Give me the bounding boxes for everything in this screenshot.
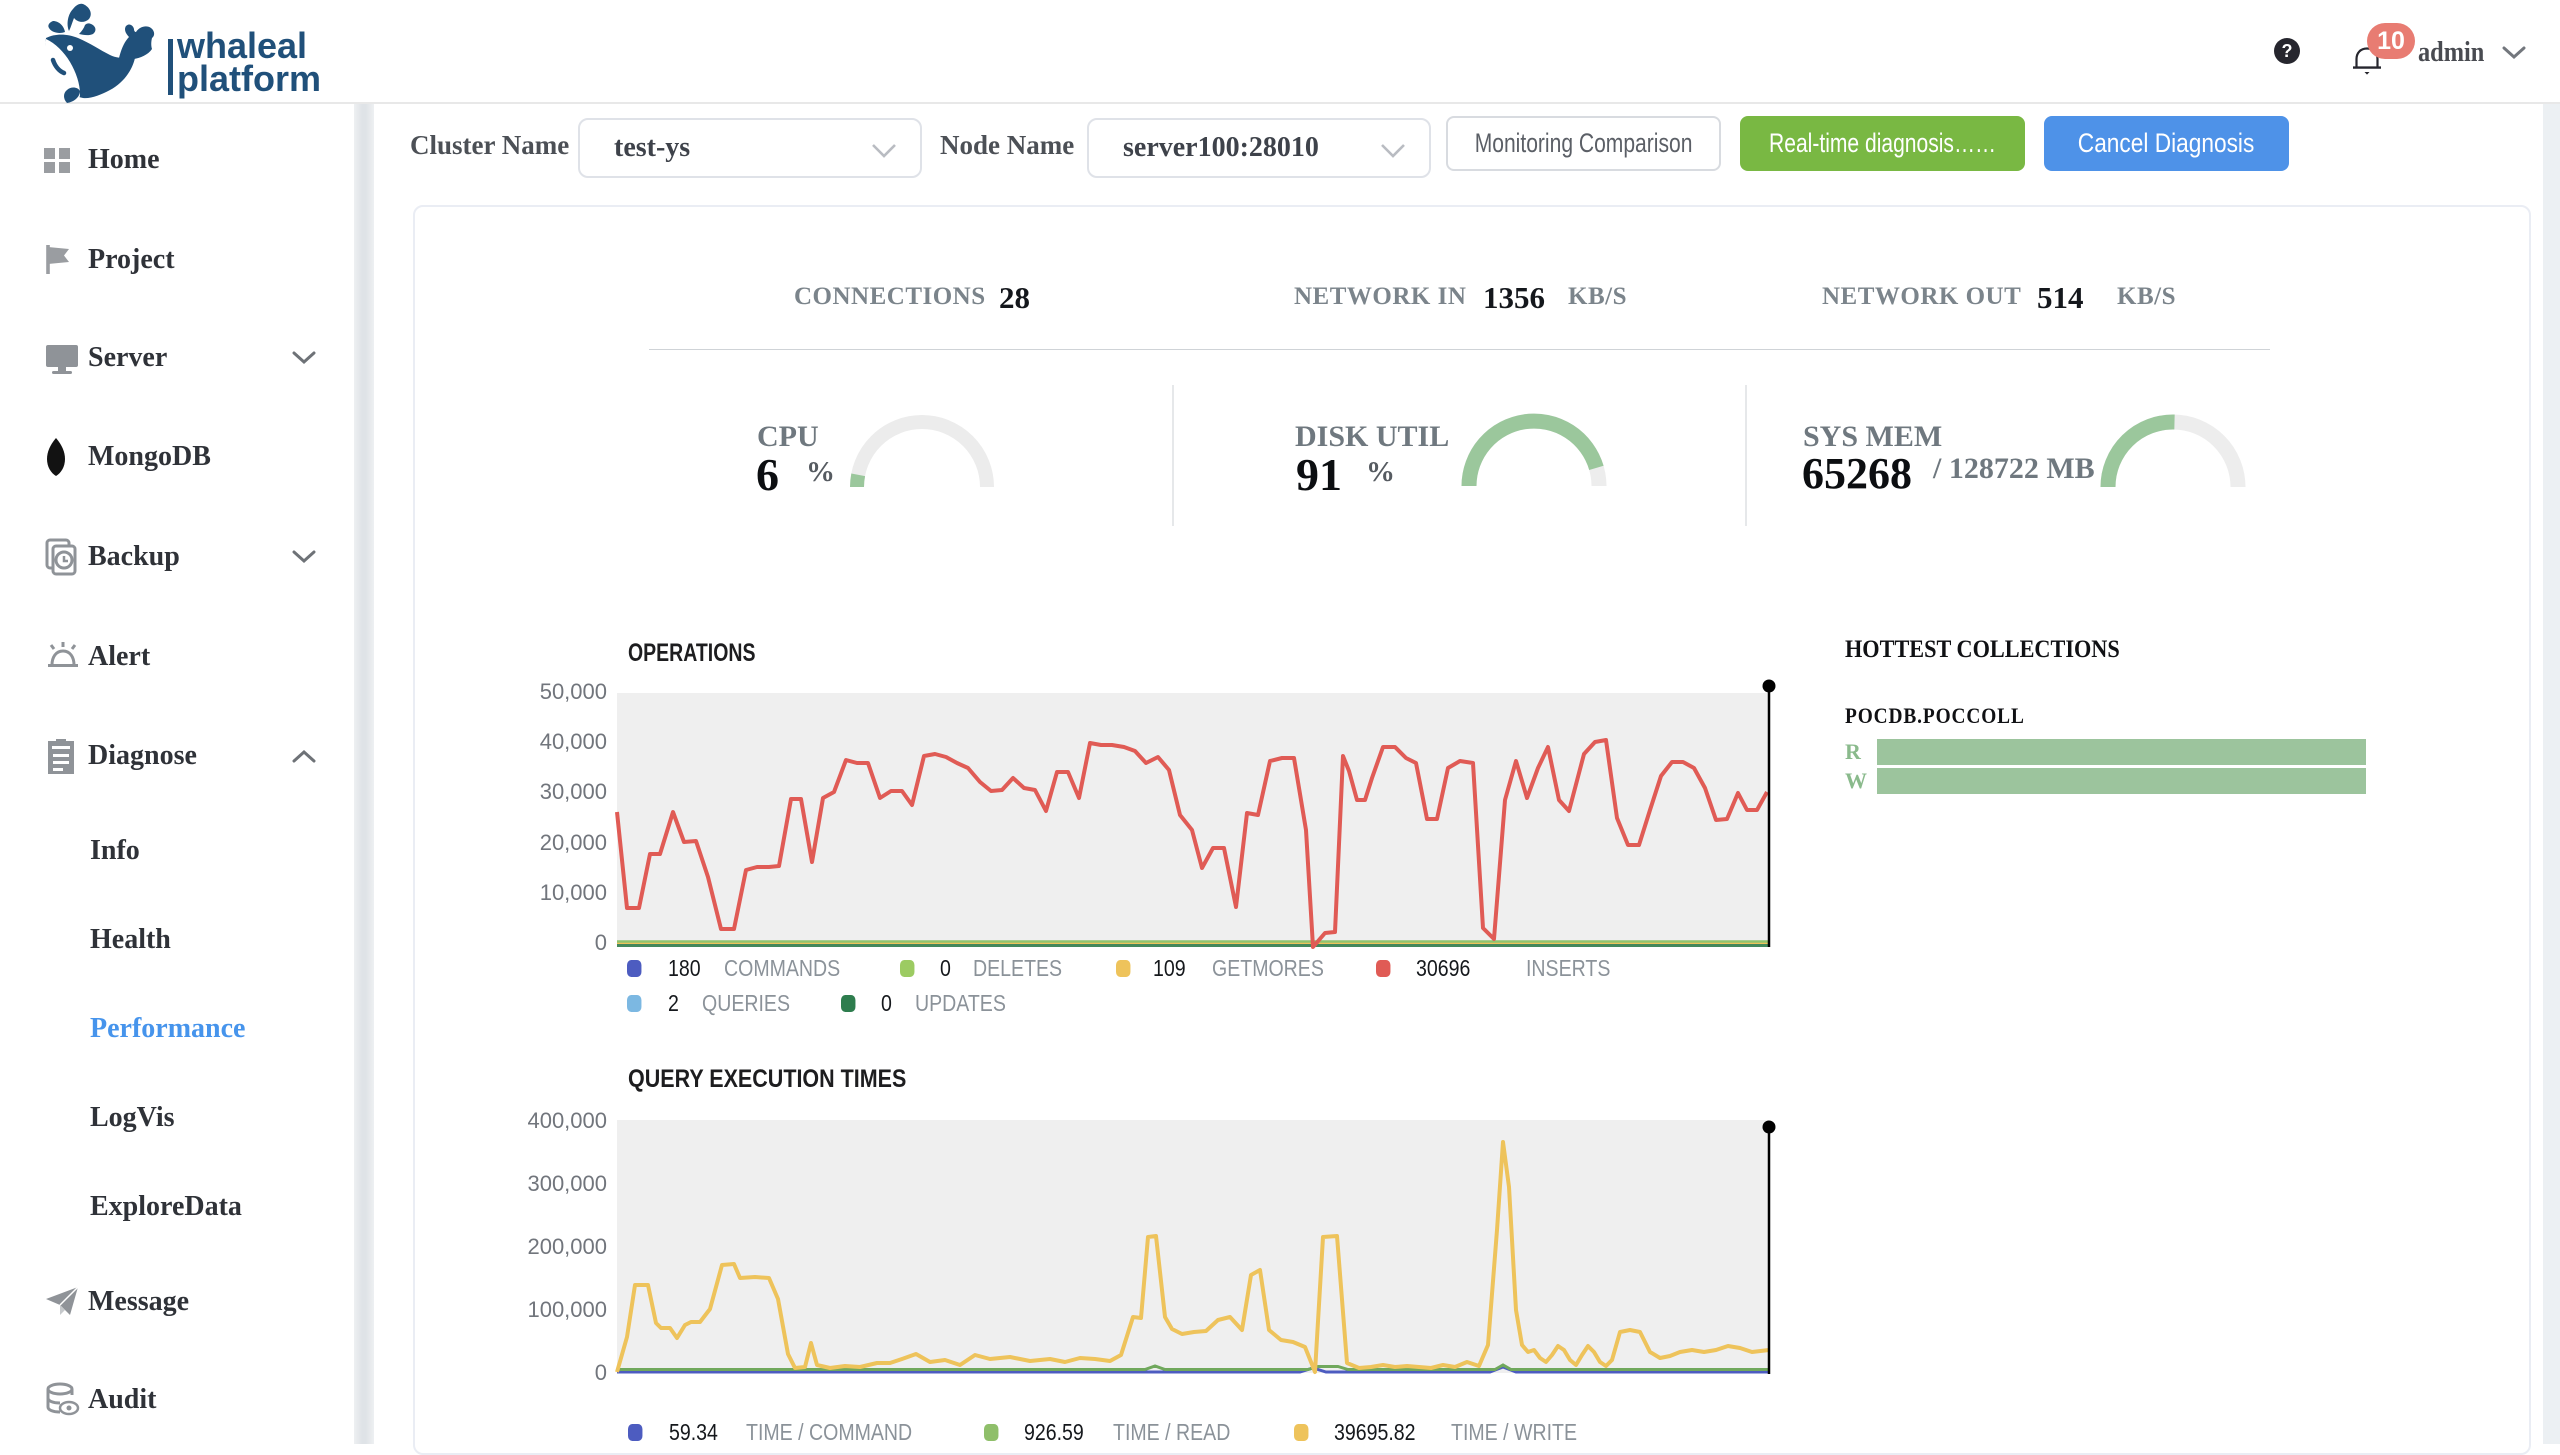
svg-text:30,000: 30,000 [540, 779, 607, 804]
svg-text:300,000: 300,000 [527, 1171, 607, 1196]
svg-text:200,000: 200,000 [527, 1234, 607, 1259]
svg-text:10,000: 10,000 [540, 880, 607, 905]
svg-text:0: 0 [595, 1360, 607, 1385]
svg-text:0: 0 [595, 930, 607, 955]
svg-text:400,000: 400,000 [527, 1108, 607, 1133]
svg-text:50,000: 50,000 [540, 679, 607, 704]
svg-text:100,000: 100,000 [527, 1297, 607, 1322]
svg-text:40,000: 40,000 [540, 729, 607, 754]
svg-text:20,000: 20,000 [540, 830, 607, 855]
